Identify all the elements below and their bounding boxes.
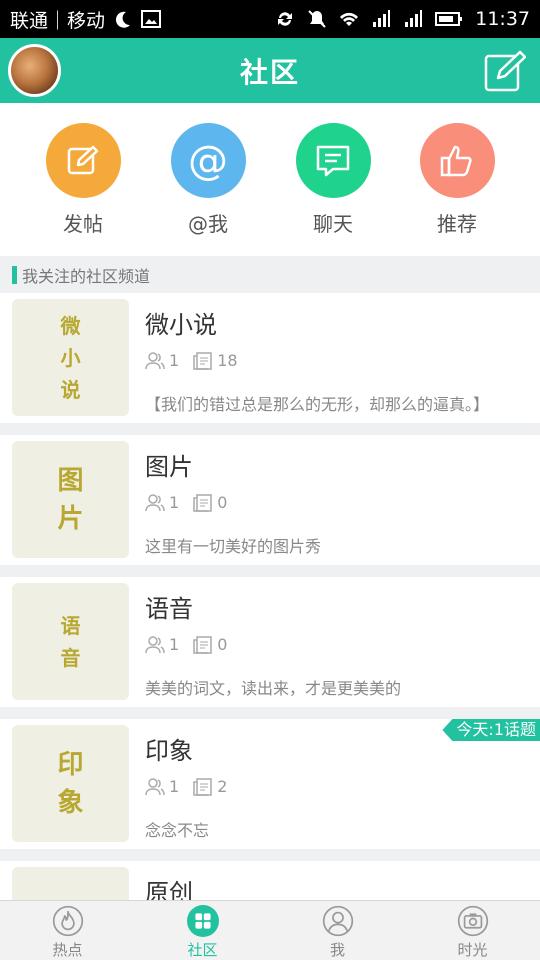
- action-mentions-label: @我: [188, 212, 228, 236]
- section-title: 我关注的社区频道: [22, 266, 151, 286]
- mute-icon: [308, 10, 326, 28]
- thumb-char: 微: [60, 313, 81, 338]
- camera-icon: [457, 905, 488, 937]
- channel-description: 这里有一切美好的图片秀: [145, 537, 322, 556]
- signal-icon: [373, 10, 391, 27]
- section-header: 我关注的社区频道: [0, 256, 540, 293]
- member-count: 1: [169, 351, 180, 370]
- action-mentions-button[interactable]: @ @我: [158, 123, 258, 237]
- action-recommend-label: 推荐: [437, 212, 477, 236]
- member-count: 1: [169, 777, 180, 796]
- grid-icon: [186, 905, 219, 937]
- channel-name: 语音: [145, 595, 193, 623]
- posts-icon: [193, 777, 212, 796]
- channel-stats: 1 18: [145, 351, 252, 370]
- channel-description: 【我们的错过总是那么的无形，却那么的逼真。】: [145, 395, 490, 414]
- channel-name: 微小说: [145, 311, 217, 339]
- section-marker: [12, 265, 17, 284]
- channel-name: 图片: [145, 453, 193, 481]
- members-icon: [145, 493, 165, 511]
- channel-item[interactable]: 语 音 语音 1 0 美美的词文，读出来，才是更美美的: [0, 577, 540, 707]
- channel-item[interactable]: 印 象 今天:1话题 印象 1 2 念念不忘: [0, 719, 540, 849]
- thumb-char: 小: [60, 345, 81, 370]
- user-icon: [322, 905, 353, 937]
- posts-icon: [193, 635, 212, 654]
- nav-me[interactable]: 我: [270, 901, 405, 960]
- app-header: 社区: [0, 38, 540, 103]
- post-count: 18: [217, 351, 238, 370]
- nav-community-label: 社区: [187, 941, 218, 959]
- nav-hot[interactable]: 热点: [0, 901, 135, 960]
- channel-item[interactable]: 微 小 说 微小说 1 18 【我们的错过总是那么的无形，却那么的逼真。】: [0, 293, 540, 423]
- post-count: 0: [217, 493, 228, 512]
- member-count: 1: [169, 635, 180, 654]
- thumb-char: 片: [57, 503, 84, 534]
- status-bar: 联通｜移动 11:37: [0, 0, 540, 38]
- wifi-icon: [340, 12, 359, 26]
- thumb-char: 图: [57, 465, 84, 496]
- channel-item[interactable]: 图 片 图片 1 0 这里有一切美好的图片秀: [0, 435, 540, 565]
- channel-stats: 1 0: [145, 493, 241, 512]
- post-count: 0: [217, 635, 228, 654]
- nav-moments[interactable]: 时光: [405, 901, 540, 960]
- channel-name: 印象: [145, 737, 193, 765]
- sync-icon: [278, 12, 293, 26]
- chat-icon: [295, 123, 371, 198]
- channel-thumbnail: 印 象: [12, 725, 129, 842]
- members-icon: [145, 351, 165, 369]
- fire-icon: [52, 905, 83, 937]
- channel-thumbnail: 图 片: [12, 441, 129, 558]
- action-post-button[interactable]: 发帖: [33, 123, 133, 237]
- new-topic-badge: 今天:1话题: [442, 719, 540, 741]
- thumb-char: 印: [57, 749, 84, 780]
- channel-stats: 1 2: [145, 777, 241, 796]
- channel-description: 美美的词文，读出来，才是更美美的: [145, 679, 402, 698]
- edit-icon: [45, 123, 121, 198]
- thumb-char: 音: [60, 645, 81, 670]
- member-count: 1: [169, 493, 180, 512]
- channel-thumbnail: 语 音: [12, 583, 129, 700]
- page-title: 社区: [239, 55, 300, 89]
- nav-moments-label: 时光: [457, 941, 488, 959]
- posts-icon: [193, 351, 212, 370]
- carrier-text: 联通｜移动: [10, 9, 106, 32]
- compose-icon[interactable]: [484, 50, 526, 92]
- quick-actions: 发帖 @ @我 聊天 推荐: [0, 103, 540, 256]
- channel-description: 念念不忘: [145, 821, 210, 840]
- clock: 11:37: [475, 8, 530, 30]
- thumb-char: 说: [60, 377, 81, 402]
- action-post-label: 发帖: [63, 212, 103, 236]
- carrier-label: 联通｜移动: [10, 6, 275, 33]
- action-chat-label: 聊天: [313, 212, 353, 236]
- post-count: 2: [217, 777, 228, 796]
- thumb-char: 语: [60, 613, 81, 638]
- nav-me-label: 我: [329, 941, 345, 959]
- thumbs-up-icon: [419, 123, 495, 198]
- channel-stats: 1 0: [145, 635, 241, 654]
- thumb-char: 象: [57, 787, 84, 818]
- action-recommend-button[interactable]: 推荐: [407, 123, 507, 237]
- channel-thumbnail: 微 小 说: [12, 299, 129, 416]
- at-icon: @: [170, 123, 246, 198]
- members-icon: [145, 777, 165, 795]
- members-icon: [145, 635, 165, 653]
- avatar[interactable]: [8, 44, 61, 97]
- battery-icon: [435, 12, 463, 26]
- bottom-nav: 热点 社区 我 时光: [0, 900, 540, 960]
- signal-icon-2: [405, 10, 423, 27]
- moon-icon: [115, 11, 131, 28]
- action-chat-button[interactable]: 聊天: [283, 123, 383, 237]
- nav-hot-label: 热点: [52, 941, 83, 959]
- posts-icon: [193, 493, 212, 512]
- nav-community[interactable]: 社区: [135, 901, 270, 960]
- image-notification-icon: [141, 10, 162, 28]
